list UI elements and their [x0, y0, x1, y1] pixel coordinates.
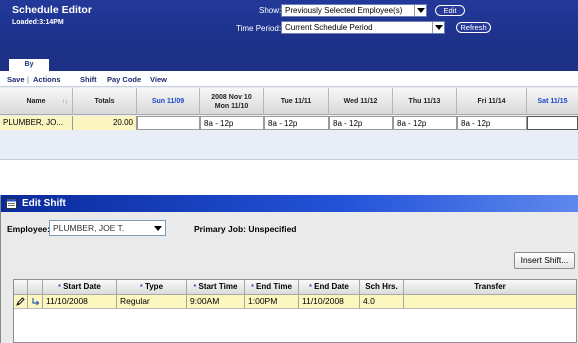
col-start-time-label: Start Time — [198, 282, 238, 291]
edit-pencil-icon[interactable] — [16, 297, 25, 306]
col-insert-icon — [28, 280, 43, 295]
edit-shift-titlebar[interactable]: Edit Shift — [1, 195, 578, 212]
tab-bar: By Employee — [0, 52, 578, 80]
col-wed[interactable]: Wed 11/12 — [329, 88, 393, 115]
refresh-button[interactable]: Refresh — [456, 22, 491, 33]
menu-shift[interactable]: Shift — [80, 75, 97, 84]
col-start-date[interactable]: * Start Date — [43, 280, 117, 295]
schedule-table-header: Name ↑↓ Totals Sun 11/09 2008 Nov 10 Mon… — [0, 88, 578, 115]
menu-separator: | — [27, 75, 29, 84]
insert-arrow-icon[interactable] — [31, 297, 40, 306]
chevron-down-icon[interactable] — [414, 5, 426, 16]
col-mon-day: Mon 11/10 — [214, 102, 249, 110]
cell-employee-name[interactable]: PLUMBER, JO... — [0, 116, 73, 130]
employee-label: Employee: — [7, 224, 50, 234]
show-label: Show: — [259, 6, 282, 15]
col-edit-icon — [14, 280, 28, 295]
menu-pay-code[interactable]: Pay Code — [107, 75, 141, 84]
col-type-label: Type — [144, 282, 164, 291]
primary-job: Primary Job: Unspecified — [194, 224, 297, 234]
time-period-label: Time Period: — [236, 24, 282, 33]
cell-fri[interactable]: 8a - 12p — [457, 116, 527, 130]
cell-end-time[interactable]: 1:00PM — [245, 295, 299, 309]
insert-shift-button[interactable]: Insert Shift... — [514, 252, 575, 269]
col-start-time[interactable]: * Start Time — [187, 280, 245, 295]
required-marker: * — [251, 284, 254, 291]
col-totals[interactable]: Totals — [73, 88, 137, 115]
row-edit-cell[interactable] — [14, 295, 28, 309]
cell-wed[interactable]: 8a - 12p — [329, 116, 393, 130]
cell-totals: 20.00 — [73, 116, 137, 130]
window-icon — [6, 198, 17, 209]
table-row: PLUMBER, JO... 20.00 8a - 12p 8a - 12p 8… — [0, 116, 578, 130]
menu-actions[interactable]: Actions — [33, 75, 61, 84]
loaded-time: Loaded:3:14PM — [12, 19, 64, 26]
col-end-date-label: End Date — [314, 282, 349, 291]
col-fri[interactable]: Fri 11/14 — [457, 88, 527, 115]
menu-save[interactable]: Save — [7, 75, 25, 84]
col-tue[interactable]: Tue 11/11 — [264, 88, 329, 115]
cell-sun[interactable] — [137, 116, 200, 130]
sort-icon: ↑↓ — [62, 99, 68, 105]
col-transfer[interactable]: Transfer — [404, 280, 576, 295]
time-period-select[interactable]: Current Schedule Period — [281, 21, 445, 34]
cell-thu[interactable]: 8a - 12p — [393, 116, 457, 130]
col-start-date-label: Start Date — [63, 282, 101, 291]
chevron-down-icon[interactable] — [151, 222, 164, 234]
schedule-editor-panel: Schedule Editor Loaded:3:14PM Show: Prev… — [0, 0, 578, 160]
schedule-editor-header: Schedule Editor Loaded:3:14PM Show: Prev… — [0, 0, 578, 52]
show-select-value: Previously Selected Employee(s) — [285, 6, 403, 15]
required-marker: * — [309, 284, 312, 291]
edit-shift-title: Edit Shift — [22, 198, 66, 209]
col-type[interactable]: * Type — [117, 280, 187, 295]
edit-shift-window: Edit Shift Employee: PLUMBER, JOE T. Pri… — [0, 195, 578, 343]
col-end-date[interactable]: * End Date — [299, 280, 360, 295]
menu-view[interactable]: View — [150, 75, 167, 84]
col-mon[interactable]: 2008 Nov 10 Mon 11/10 — [200, 88, 264, 115]
cell-transfer[interactable] — [404, 295, 576, 309]
edit-button[interactable]: Edit — [435, 5, 465, 16]
required-marker: * — [193, 284, 197, 291]
col-mon-date: 2008 Nov 10 — [211, 93, 252, 101]
chevron-down-icon[interactable] — [432, 22, 444, 33]
cell-sat[interactable] — [527, 116, 578, 130]
employee-select-value: PLUMBER, JOE T. — [53, 223, 125, 233]
col-end-time-label: End Time — [256, 282, 292, 291]
employee-select[interactable]: PLUMBER, JOE T. — [49, 220, 166, 236]
tab-by-employee[interactable]: By Employee — [8, 58, 50, 80]
col-thu[interactable]: Thu 11/13 — [393, 88, 457, 115]
row-insert-cell[interactable] — [28, 295, 43, 309]
col-sch-hrs[interactable]: Sch Hrs. — [360, 280, 404, 295]
col-sat[interactable]: Sat 11/15 — [527, 88, 578, 115]
cell-mon[interactable]: 8a - 12p — [200, 116, 264, 130]
required-marker: * — [58, 284, 61, 291]
cell-tue[interactable]: 8a - 12p — [264, 116, 329, 130]
required-marker: * — [139, 284, 143, 291]
col-end-time[interactable]: * End Time — [245, 280, 299, 295]
schedule-editor-title: Schedule Editor — [12, 4, 92, 16]
cell-sch-hrs: 4.0 — [360, 295, 404, 309]
cell-start-date[interactable]: 11/10/2008 — [43, 295, 117, 309]
menu-bar: Save | Actions Shift Pay Code View — [0, 71, 578, 87]
cell-start-time[interactable]: 9:00AM — [187, 295, 245, 309]
show-select[interactable]: Previously Selected Employee(s) — [281, 4, 427, 17]
shift-grid: * Start Date * Type * Start Time * End T… — [13, 279, 577, 343]
cell-end-date[interactable]: 11/10/2008 — [299, 295, 360, 309]
time-period-select-value: Current Schedule Period — [285, 23, 373, 32]
col-sun[interactable]: Sun 11/09 — [137, 88, 200, 115]
col-name-label: Name — [26, 98, 46, 105]
col-name[interactable]: Name ↑↓ — [0, 88, 73, 115]
cell-type[interactable]: Regular — [117, 295, 187, 309]
